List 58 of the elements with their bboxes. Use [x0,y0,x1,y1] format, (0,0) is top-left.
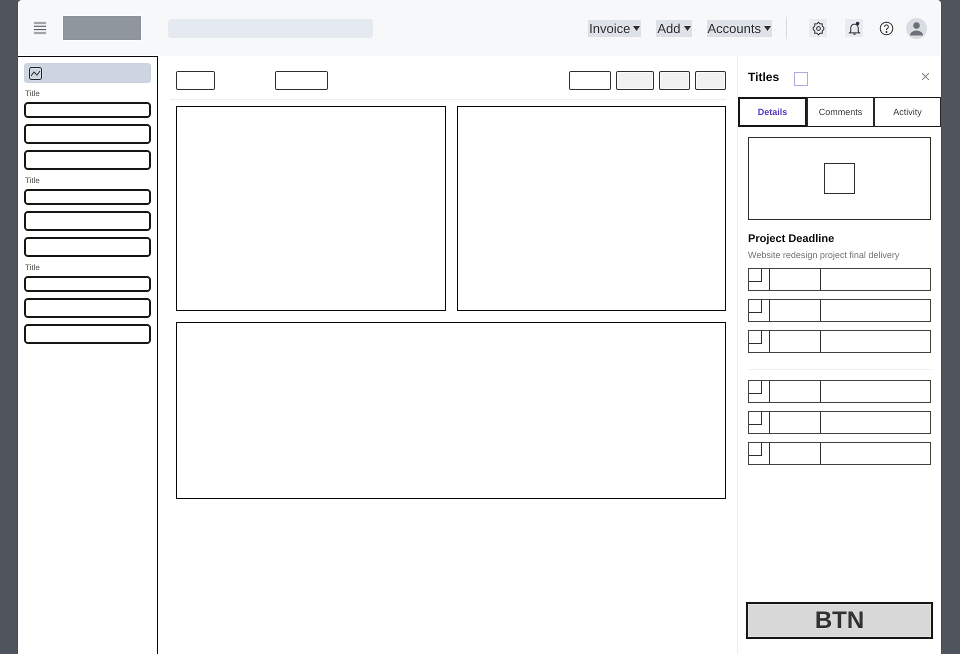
list-row[interactable] [748,330,931,353]
close-icon[interactable] [922,73,929,80]
row-cell [769,443,821,464]
section-heading: Project Deadline [748,233,836,245]
sidebar-item[interactable] [24,211,151,231]
sidebar-item[interactable] [24,189,151,205]
settings-icon[interactable] [809,19,827,37]
tab[interactable]: Details [738,97,807,127]
menu-item[interactable]: Accounts [706,20,772,36]
description: Website redesign project final delivery [748,250,900,260]
section-title: Title [25,176,41,185]
bell-icon[interactable] [845,19,863,37]
primary-button[interactable]: BTN [746,602,933,639]
list-row[interactable] [748,442,931,465]
chart-icon [29,66,42,80]
avatar-icon[interactable] [906,18,927,38]
caret-icon [764,26,771,30]
caret-icon [684,26,691,30]
help-icon[interactable] [879,20,894,36]
menu-item[interactable]: Invoice [588,20,642,36]
menu-icon[interactable] [33,21,47,35]
sidebar-item[interactable] [24,298,151,318]
menu-item[interactable]: Add [656,20,692,36]
list-row[interactable] [748,411,931,434]
toolbar-button[interactable] [569,70,611,90]
caret-icon [633,26,640,30]
placeholder-square [794,72,808,86]
checkbox[interactable] [749,381,762,394]
panel-title: Titles [748,70,780,84]
sidebar-item[interactable] [24,150,151,170]
list-row[interactable] [748,299,931,322]
tab[interactable]: Comments [807,97,874,127]
list-row[interactable] [748,268,931,291]
checkbox[interactable] [749,443,762,456]
sidebar-item[interactable] [24,324,151,344]
sidebar-item[interactable] [24,276,151,292]
row-cell [769,412,821,433]
toolbar-button[interactable] [695,70,726,90]
list-row[interactable] [748,380,931,403]
toolbar-button[interactable] [176,70,215,90]
row-cell [769,269,821,290]
toolbar-button[interactable] [275,70,328,90]
sidebar-item[interactable] [24,102,151,118]
tab[interactable]: Activity [874,97,941,127]
checkbox[interactable] [749,300,762,313]
section-title: Title [25,263,41,272]
section-title: Title [25,89,41,98]
toolbar-button[interactable] [616,70,654,90]
checkbox[interactable] [749,331,762,344]
sidebar-item[interactable] [24,124,151,144]
checkbox[interactable] [749,412,762,425]
checkbox[interactable] [749,269,762,282]
placeholder-square [824,163,855,194]
row-cell [769,381,821,402]
row-cell [769,300,821,321]
sidebar-item[interactable] [24,237,151,257]
toolbar-button[interactable] [659,70,690,90]
row-cell [769,331,821,352]
